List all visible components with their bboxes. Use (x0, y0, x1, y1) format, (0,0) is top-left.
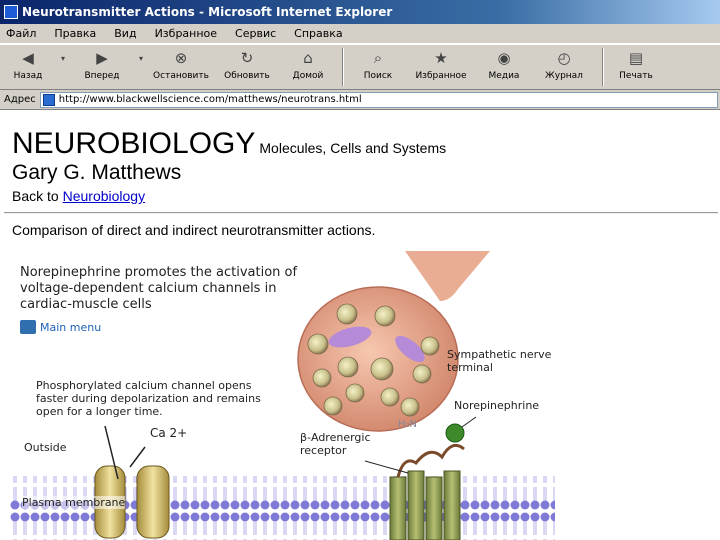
divider (4, 212, 718, 214)
address-field[interactable]: http://www.blackwellscience.com/matthews… (39, 91, 718, 108)
phospho-label: Phosphorylated calcium channel opens fas… (36, 379, 261, 418)
page-title: NEUROBIOLOGY Molecules, Cells and Systems (12, 127, 447, 160)
plasma-membrane-label: Plasma membrane (22, 496, 126, 509)
toolbar-separator (602, 48, 604, 86)
back-dropdown[interactable]: ▾ (56, 45, 70, 89)
search-button[interactable]: ⌕ Поиск (350, 45, 406, 89)
print-button[interactable]: ▤ Печать (610, 45, 662, 89)
media-icon: ◉ (497, 49, 511, 67)
norepinephrine-molecule (445, 416, 477, 443)
history-button[interactable]: ◴ Журнал (532, 45, 596, 89)
main-menu-link[interactable]: Main menu (20, 320, 101, 334)
back-arrow-icon: ◀ (22, 49, 34, 67)
neurotransmitter-figure: Norepinephrine promotes the activation o… (10, 251, 555, 540)
refresh-icon: ↻ (240, 49, 254, 67)
main-menu-label[interactable]: Main menu (40, 321, 101, 334)
page-icon (42, 93, 55, 106)
history-icon: ◴ (557, 49, 571, 67)
h2n-label: H₂N (398, 419, 418, 430)
search-icon: ⌕ (373, 49, 383, 67)
print-icon: ▤ (628, 49, 644, 67)
home-icon: ⌂ (303, 49, 313, 67)
menu-file[interactable]: Файл (6, 27, 36, 40)
author-name: Gary G. Matthews (12, 161, 182, 184)
menu-bar: Файл Правка Вид Избранное Сервис Справка (0, 24, 720, 44)
back-button[interactable]: ◀ Назад (0, 45, 56, 89)
menu-favorites[interactable]: Избранное (155, 27, 217, 40)
address-url[interactable]: http://www.blackwellscience.com/matthews… (59, 94, 362, 105)
menu-view[interactable]: Вид (114, 27, 136, 40)
norepinephrine-label: Norepinephrine (454, 399, 540, 412)
forward-arrow-icon: ▶ (96, 49, 108, 67)
page-subtitle: Molecules, Cells and Systems (259, 140, 447, 156)
beta-receptor-label: β-Adrenergic receptor (300, 431, 371, 457)
menu-icon (20, 320, 36, 334)
neurobiology-link[interactable]: Neurobiology (63, 188, 146, 204)
menu-edit[interactable]: Правка (54, 27, 96, 40)
forward-dropdown[interactable]: ▾ (134, 45, 148, 89)
favorites-folder-icon: ★ (434, 49, 448, 67)
sympathetic-label: Sympathetic nerve terminal (447, 348, 552, 374)
address-label: Адрес (4, 94, 36, 105)
window-title: Neurotransmitter Actions - Microsoft Int… (22, 5, 393, 19)
favorites-button[interactable]: ★ Избранное (406, 45, 476, 89)
toolbar-separator (342, 48, 344, 86)
menu-help[interactable]: Справка (294, 27, 342, 40)
forward-button[interactable]: ▶ Вперед (70, 45, 134, 89)
stop-button[interactable]: ⊗ Остановить (148, 45, 214, 89)
outside-label: Outside (24, 441, 67, 454)
toolbar: ◀ Назад ▾ ▶ Вперед ▾ ⊗ Остановить ↻ Обно… (0, 44, 720, 90)
page-content: NEUROBIOLOGY Molecules, Cells and Systems… (0, 111, 720, 540)
title-bar: Neurotransmitter Actions - Microsoft Int… (0, 0, 720, 24)
back-prefix: Back to (12, 188, 59, 204)
stop-icon: ⊗ (174, 49, 188, 67)
ie-icon (4, 5, 18, 19)
figure-headline: Norepinephrine promotes the activation o… (20, 265, 298, 312)
menu-tools[interactable]: Сервис (235, 27, 276, 40)
calcium-label: Ca 2+ (150, 426, 188, 440)
back-line: Back to Neurobiology (12, 188, 145, 204)
home-button[interactable]: ⌂ Домой (280, 45, 336, 89)
address-bar: Адрес http://www.blackwellscience.com/ma… (0, 90, 720, 110)
page-caption: Comparison of direct and indirect neurot… (12, 222, 376, 238)
media-button[interactable]: ◉ Медиа (476, 45, 532, 89)
refresh-button[interactable]: ↻ Обновить (214, 45, 280, 89)
